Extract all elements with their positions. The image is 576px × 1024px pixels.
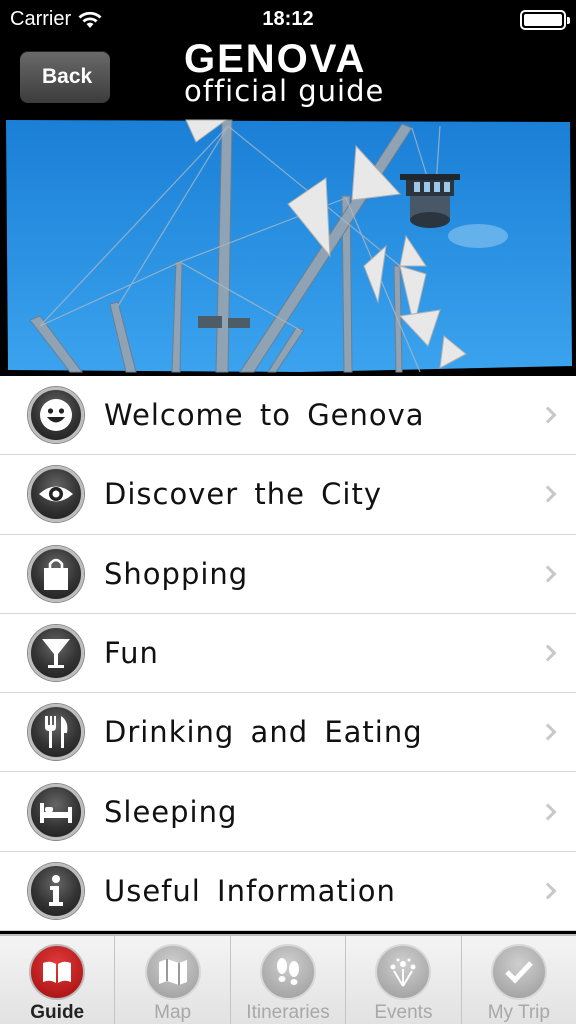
footprints-icon <box>260 944 317 1000</box>
shopping-bag-icon <box>28 545 84 602</box>
info-icon <box>28 862 84 919</box>
clock: 18:12 <box>262 8 314 30</box>
app-logo: GENOVA official guide <box>184 44 394 108</box>
cocktail-glass-icon <box>28 625 84 682</box>
tab-label: Itineraries <box>246 1002 330 1023</box>
tab-label: Map <box>154 1002 192 1023</box>
chevron-right-icon <box>539 723 557 741</box>
chevron-right-icon <box>539 406 557 424</box>
menu-item-useful-information[interactable]: Useful Information <box>0 851 576 932</box>
tab-bar: Guide Map Itineraries Events My Trip <box>0 934 576 1024</box>
menu-item-fun[interactable]: Fun <box>0 613 576 694</box>
menu-item-sleeping[interactable]: Sleeping <box>0 772 576 852</box>
navigation-bar: Back GENOVA official guide <box>0 40 576 116</box>
menu-item-welcome[interactable]: Welcome to Genova <box>0 376 576 456</box>
tab-label: Events <box>374 1002 433 1023</box>
bed-icon <box>28 783 84 840</box>
tab-guide[interactable]: Guide <box>0 936 116 1024</box>
hero-photo <box>0 116 576 376</box>
eye-icon <box>28 466 84 523</box>
chevron-right-icon <box>539 803 557 821</box>
chevron-right-icon <box>539 565 557 583</box>
harbor-crane-image <box>0 116 576 376</box>
menu-item-drinking-eating[interactable]: Drinking and Eating <box>0 693 576 773</box>
chevron-right-icon <box>539 485 557 503</box>
tab-label: Guide <box>30 1002 85 1023</box>
tab-map[interactable]: Map <box>115 936 231 1024</box>
menu-item-label: Fun <box>104 636 159 671</box>
fireworks-icon <box>375 944 432 1000</box>
logo-title: GENOVA <box>184 44 367 74</box>
tab-label: My Trip <box>487 1002 550 1023</box>
menu-item-label: Useful Information <box>104 873 396 908</box>
status-bar: Carrier 18:12 <box>0 0 576 40</box>
checkmark-icon <box>490 944 547 1000</box>
back-button-body[interactable]: Back <box>20 51 110 103</box>
chevron-right-icon <box>539 882 557 900</box>
menu-item-label: Sleeping <box>104 794 238 829</box>
tab-itineraries[interactable]: Itineraries <box>231 936 347 1024</box>
battery-icon <box>520 10 570 30</box>
map-icon <box>144 944 201 1000</box>
menu-item-label: Drinking and Eating <box>104 715 423 750</box>
menu-item-discover[interactable]: Discover the City <box>0 455 576 535</box>
book-icon <box>29 944 86 1000</box>
back-button[interactable]: Back <box>20 51 110 103</box>
smiley-icon <box>28 387 84 444</box>
tab-events[interactable]: Events <box>346 936 462 1024</box>
logo-subtitle: official guide <box>184 74 385 108</box>
menu-item-label: Shopping <box>104 556 249 591</box>
guide-menu-list: Welcome to Genova Discover the City Shop… <box>0 376 576 932</box>
menu-item-shopping[interactable]: Shopping <box>0 534 576 614</box>
menu-item-label: Discover the City <box>104 477 382 512</box>
back-button-label: Back <box>42 65 93 88</box>
tab-my-trip[interactable]: My Trip <box>462 936 576 1024</box>
chevron-right-icon <box>539 644 557 662</box>
menu-item-label: Welcome to Genova <box>104 398 425 433</box>
fork-knife-icon <box>28 704 84 761</box>
